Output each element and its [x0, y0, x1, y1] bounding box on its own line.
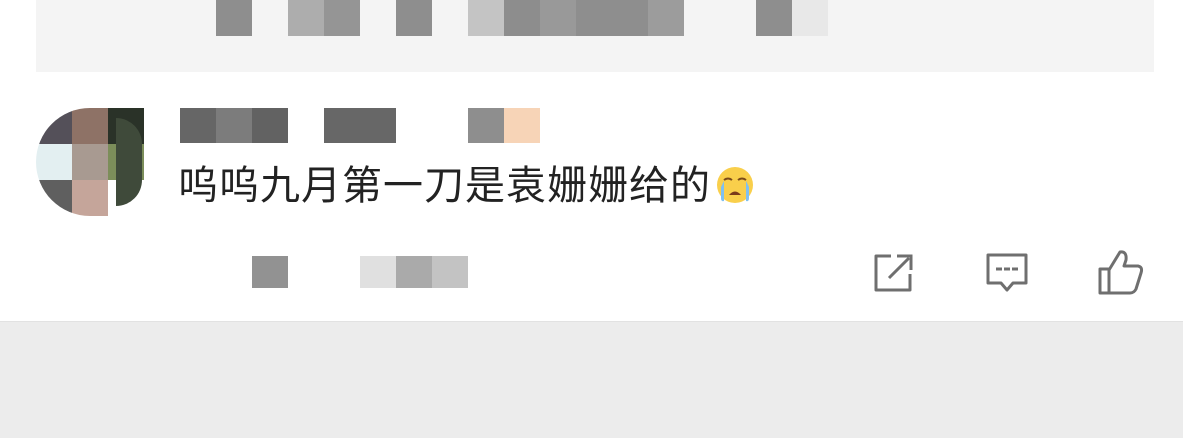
like-button[interactable]	[1097, 248, 1145, 296]
avatar-edge	[116, 118, 142, 206]
redacted-text	[396, 0, 432, 36]
reply-button[interactable]	[983, 248, 1031, 296]
redacted-text	[792, 0, 828, 36]
share-button[interactable]	[869, 248, 917, 296]
redacted-text	[288, 0, 324, 36]
loudly-crying-face-icon	[715, 164, 755, 204]
comment-text: 呜呜九月第一刀是袁姗姗给的	[178, 158, 755, 214]
quoted-comment[interactable]	[36, 0, 1154, 72]
redacted-text	[756, 0, 792, 36]
redacted-text	[504, 0, 540, 36]
comment-body: 呜呜九月第一刀是袁姗姗给的	[178, 163, 711, 209]
share-icon	[874, 254, 913, 292]
redacted-text	[540, 0, 576, 36]
redacted-text	[648, 0, 684, 36]
thumbs-up-icon	[1098, 250, 1144, 295]
redacted-text	[468, 0, 504, 36]
redacted-text	[324, 0, 360, 36]
redacted-text	[216, 0, 252, 36]
comment-card: 呜呜九月第一刀是袁姗姗给的	[0, 0, 1183, 322]
comment-icon	[986, 253, 1028, 292]
redacted-text	[576, 0, 648, 36]
